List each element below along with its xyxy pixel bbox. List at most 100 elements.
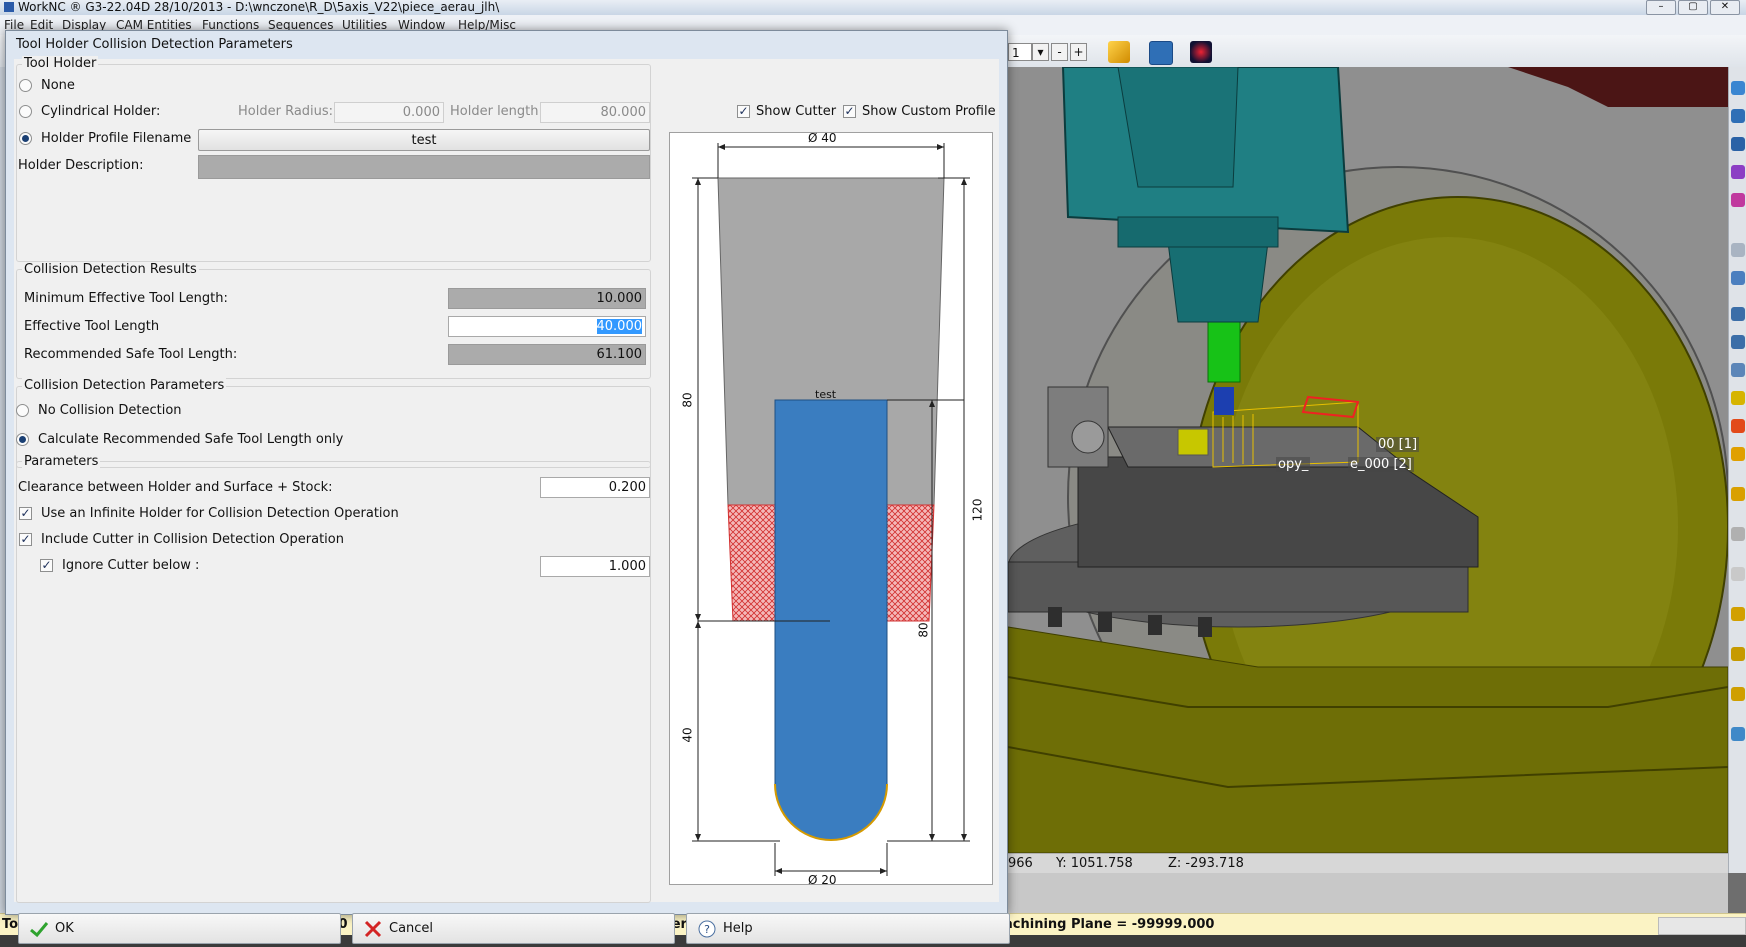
measure-icon[interactable]	[1731, 447, 1745, 461]
holder-profile-file-button[interactable]: test	[198, 129, 650, 151]
holder-length-label: Holder length:	[450, 104, 543, 119]
coord-z: Z: -293.718	[1168, 856, 1244, 871]
effective-tool-length-input[interactable]: 40.000	[448, 316, 646, 337]
entity-label-1[interactable]: 00 [1]	[1376, 437, 1420, 452]
radio-cylindrical-label: Cylindrical Holder:	[41, 104, 161, 119]
recommended-safe-label: Recommended Safe Tool Length:	[24, 347, 238, 362]
ignore-cutter-label: Ignore Cutter below :	[62, 558, 200, 573]
collision-params-group-title: Collision Detection Parameters	[22, 378, 227, 393]
view-iso-icon[interactable]	[1731, 165, 1745, 179]
help-icon: ?	[698, 920, 716, 938]
parameters-group	[16, 461, 651, 903]
effective-tool-length-label: Effective Tool Length	[24, 319, 160, 334]
stock-icon[interactable]	[1731, 567, 1745, 581]
app-icon	[4, 2, 14, 12]
dim-top-diameter: Ø 40	[808, 131, 837, 145]
collision-zone-right	[886, 504, 935, 622]
clearance-input[interactable]: 0.200	[540, 477, 650, 498]
fit-icon[interactable]	[1731, 363, 1745, 377]
maximize-button[interactable]: ▢	[1678, 0, 1708, 15]
entity-label-2-left[interactable]: opy_	[1276, 457, 1311, 472]
holder-preview-panel: Ø 40 Ø 20 80 40 120 80 test	[669, 131, 993, 887]
dim-bottom-diameter: Ø 20	[808, 873, 837, 887]
show-cutter-checkbox[interactable]: ✓	[737, 105, 750, 118]
radio-no-collision[interactable]	[16, 404, 29, 417]
toolbar-dropdown-button[interactable]: ▾	[1032, 43, 1049, 61]
checkmark-icon	[30, 922, 49, 938]
app-title-bar: WorkNC ® G3-22.04D 28/10/2013 - D:\wnczo…	[0, 0, 1746, 15]
toolbar-number-field[interactable]: 1	[1008, 43, 1032, 61]
collision-icon[interactable]	[1731, 687, 1745, 701]
radio-calc-safe-length[interactable]	[16, 433, 29, 446]
tool-holder-group-title: Tool Holder	[22, 56, 99, 71]
radio-calc-safe-length-label: Calculate Recommended Safe Tool Length o…	[38, 432, 344, 447]
status-progress	[1658, 917, 1746, 935]
holder-description-field	[198, 155, 650, 179]
collision-params-group	[16, 386, 651, 468]
infinite-holder-checkbox[interactable]: ✓	[19, 507, 32, 520]
dim-40-left: 40	[680, 727, 695, 743]
min-effective-value: 10.000	[448, 288, 646, 309]
holder-radius-label: Holder Radius:	[238, 104, 334, 119]
show-custom-profile-label: Show Custom Profile	[862, 104, 996, 119]
coord-y: Y: 1051.758	[1056, 856, 1133, 871]
show-cutter-label: Show Cutter	[756, 104, 837, 119]
help-button[interactable]: ? Help	[686, 913, 1010, 944]
view-cube-icon[interactable]	[1731, 81, 1745, 95]
profile-name-label: test	[815, 388, 837, 401]
ok-button[interactable]: OK	[18, 913, 341, 944]
tool-holder-dialog: Tool Holder Collision Detection Paramete…	[5, 30, 1010, 944]
ignore-cutter-input[interactable]: 1.000	[540, 556, 650, 577]
collision-zone-left	[727, 504, 776, 622]
axis-tool-icon[interactable]	[1190, 41, 1212, 63]
shade-icon[interactable]	[1731, 243, 1745, 257]
view-tool-icon[interactable]	[1149, 41, 1173, 65]
section-icon[interactable]	[1731, 487, 1745, 501]
toolbar-plus-button[interactable]: +	[1070, 43, 1087, 61]
3d-viewport[interactable]: 00 [1] opy_ e_000 [2]	[1008, 67, 1728, 853]
close-window-button[interactable]: ✕	[1710, 0, 1740, 15]
radio-holder-profile[interactable]	[19, 132, 32, 145]
layer-icon[interactable]	[1731, 527, 1745, 541]
toolpath-icon[interactable]	[1731, 419, 1745, 433]
ignore-cutter-checkbox[interactable]: ✓	[40, 559, 53, 572]
clearance-label: Clearance between Holder and Surface + S…	[18, 480, 333, 495]
radio-holder-profile-label: Holder Profile Filename	[41, 131, 192, 146]
dim-80-right: 80	[916, 622, 931, 638]
pointer-tool-icon[interactable]	[1108, 41, 1130, 63]
coord-x: 966	[1008, 856, 1033, 871]
holder-radius-input[interactable]: 0.000	[334, 102, 444, 123]
right-tool-strip	[1728, 67, 1746, 873]
cancel-button[interactable]: Cancel	[352, 913, 675, 944]
entity-label-2-right[interactable]: e_000 [2]	[1348, 457, 1414, 472]
tool-icon[interactable]	[1731, 391, 1745, 405]
radio-none[interactable]	[19, 79, 32, 92]
holder-length-input[interactable]: 80.000	[540, 102, 650, 123]
rotate-icon[interactable]	[1731, 335, 1745, 349]
minimize-button[interactable]: –	[1646, 0, 1676, 15]
settings-icon[interactable]	[1731, 727, 1745, 741]
view-top-icon[interactable]	[1731, 193, 1745, 207]
infinite-holder-label: Use an Infinite Holder for Collision Det…	[41, 506, 399, 521]
min-effective-label: Minimum Effective Tool Length:	[24, 291, 228, 306]
machine-icon[interactable]	[1731, 647, 1745, 661]
dim-120-right: 120	[970, 498, 985, 522]
dim-80-left: 80	[680, 392, 695, 408]
svg-text:?: ?	[704, 923, 710, 936]
view-side-icon[interactable]	[1731, 137, 1745, 151]
simulation-icon[interactable]	[1731, 607, 1745, 621]
dialog-body: Tool Holder None Cylindrical Holder: Hol…	[14, 56, 1010, 944]
view-front-icon[interactable]	[1731, 109, 1745, 123]
radio-cylindrical-holder[interactable]	[19, 105, 32, 118]
include-cutter-checkbox[interactable]: ✓	[19, 533, 32, 546]
toolbar-minus-button[interactable]: -	[1051, 43, 1068, 61]
coordinate-readout: 966 Y: 1051.758 Z: -293.718	[1008, 853, 1728, 874]
radio-no-collision-label: No Collision Detection	[38, 403, 182, 418]
radio-none-label: None	[41, 78, 75, 93]
zoom-icon[interactable]	[1731, 271, 1745, 285]
show-custom-profile-checkbox[interactable]: ✓	[843, 105, 856, 118]
include-cutter-label: Include Cutter in Collision Detection Op…	[41, 532, 344, 547]
pan-icon[interactable]	[1731, 307, 1745, 321]
results-group-title: Collision Detection Results	[22, 262, 199, 277]
lower-panel	[1008, 873, 1728, 913]
